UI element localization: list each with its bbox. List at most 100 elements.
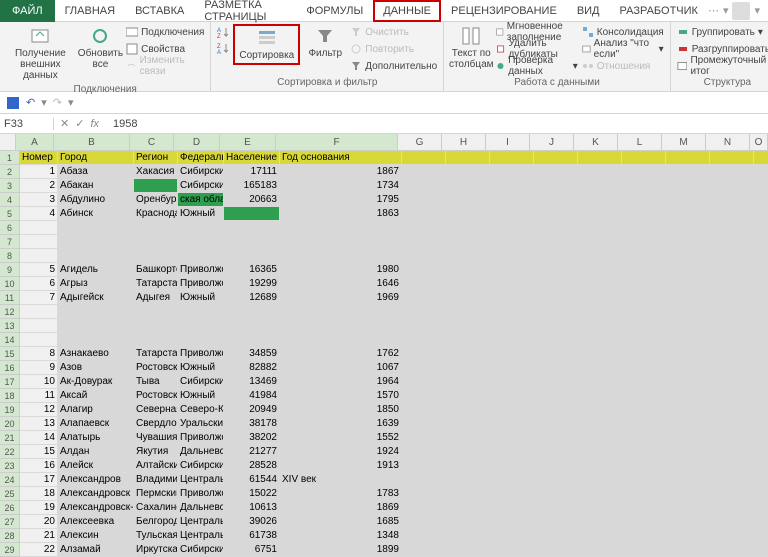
cell[interactable]: 1 — [20, 165, 58, 179]
cell[interactable] — [578, 347, 622, 361]
cell[interactable]: 13 — [20, 417, 58, 431]
cell[interactable]: Дальневс — [178, 501, 224, 515]
cell[interactable] — [754, 431, 768, 445]
cell[interactable] — [58, 333, 134, 347]
row-header[interactable]: 22 — [0, 445, 20, 459]
row-header[interactable]: 20 — [0, 417, 20, 431]
cell[interactable]: 1552 — [280, 431, 402, 445]
user-area[interactable]: ⋯▾▾ — [708, 2, 768, 20]
worksheet-grid[interactable]: ABCDEFGHIJKLMNO 123456789101112131415161… — [0, 134, 768, 557]
cell[interactable] — [490, 277, 534, 291]
cell[interactable]: ская обла — [178, 193, 224, 207]
cell[interactable] — [578, 473, 622, 487]
cell[interactable] — [710, 305, 754, 319]
cell[interactable]: 38202 — [224, 431, 280, 445]
cell[interactable] — [134, 333, 178, 347]
cell[interactable] — [666, 165, 710, 179]
cell[interactable] — [402, 319, 446, 333]
cell[interactable] — [622, 487, 666, 501]
data-validation-button[interactable]: Проверка данных ▾ — [496, 58, 578, 74]
cell[interactable] — [666, 333, 710, 347]
cell[interactable] — [534, 277, 578, 291]
sort-az-button[interactable]: AZ — [217, 24, 229, 40]
cell[interactable] — [622, 473, 666, 487]
cell[interactable] — [490, 529, 534, 543]
reapply-filter-button[interactable]: Повторить — [350, 41, 437, 57]
tab-developer[interactable]: РАЗРАБОТЧИК — [610, 0, 708, 22]
col-header-J[interactable]: J — [530, 134, 574, 151]
cell[interactable] — [622, 235, 666, 249]
cell[interactable] — [490, 207, 534, 221]
cell[interactable] — [666, 431, 710, 445]
cell[interactable] — [534, 361, 578, 375]
cell[interactable]: 22 — [20, 543, 58, 557]
col-header-F[interactable]: F — [276, 134, 398, 151]
cell[interactable] — [534, 291, 578, 305]
relationships-button[interactable]: Отношения — [582, 58, 664, 74]
cell[interactable] — [666, 515, 710, 529]
cell[interactable]: 1795 — [280, 193, 402, 207]
cell[interactable]: Сибирски — [178, 459, 224, 473]
cell[interactable] — [490, 431, 534, 445]
cell[interactable] — [20, 221, 58, 235]
header-cell[interactable]: Федеральн — [178, 151, 224, 165]
cell[interactable] — [578, 361, 622, 375]
cell[interactable] — [446, 347, 490, 361]
cell[interactable]: Татарстан — [134, 277, 178, 291]
cell[interactable]: Приволжс — [178, 263, 224, 277]
row-header[interactable]: 19 — [0, 403, 20, 417]
cell[interactable] — [402, 263, 446, 277]
cell[interactable] — [666, 291, 710, 305]
header-cell[interactable]: Население — [224, 151, 280, 165]
cell[interactable] — [134, 319, 178, 333]
cell[interactable] — [666, 361, 710, 375]
cell[interactable] — [224, 305, 280, 319]
cell[interactable] — [534, 249, 578, 263]
cell[interactable] — [754, 305, 768, 319]
cell[interactable]: 1964 — [280, 375, 402, 389]
cell[interactable] — [402, 361, 446, 375]
cell[interactable] — [754, 165, 768, 179]
cell[interactable]: Южный — [178, 207, 224, 221]
cell[interactable] — [710, 277, 754, 291]
cell[interactable] — [402, 417, 446, 431]
cell[interactable] — [622, 347, 666, 361]
cell[interactable] — [622, 431, 666, 445]
cell[interactable]: 39026 — [224, 515, 280, 529]
cell[interactable]: Приволжс — [178, 431, 224, 445]
cell[interactable] — [534, 529, 578, 543]
cell[interactable] — [710, 179, 754, 193]
cell[interactable] — [490, 221, 534, 235]
col-header-H[interactable]: H — [442, 134, 486, 151]
tab-file[interactable]: ФАЙЛ — [0, 0, 55, 22]
cell[interactable] — [490, 151, 534, 165]
cell[interactable] — [490, 515, 534, 529]
cell[interactable] — [402, 151, 446, 165]
cell[interactable] — [178, 221, 224, 235]
cell[interactable] — [578, 529, 622, 543]
cell[interactable] — [402, 375, 446, 389]
cell[interactable] — [446, 529, 490, 543]
cell[interactable] — [534, 431, 578, 445]
cell[interactable]: 1980 — [280, 263, 402, 277]
cell[interactable]: Абдулино — [58, 193, 134, 207]
cell[interactable] — [446, 543, 490, 557]
fx-icon[interactable]: fx — [90, 118, 99, 130]
save-icon[interactable] — [6, 96, 20, 110]
cell[interactable] — [446, 487, 490, 501]
cell[interactable] — [20, 319, 58, 333]
row-header[interactable]: 18 — [0, 389, 20, 403]
cell[interactable]: 6751 — [224, 543, 280, 557]
cell[interactable] — [402, 515, 446, 529]
cell[interactable] — [666, 501, 710, 515]
row-header[interactable]: 24 — [0, 473, 20, 487]
row-header[interactable]: 4 — [0, 193, 20, 207]
cell[interactable] — [490, 291, 534, 305]
cell[interactable]: 20663 — [224, 193, 280, 207]
row-header[interactable]: 9 — [0, 263, 20, 277]
cell[interactable] — [622, 277, 666, 291]
cell[interactable] — [490, 249, 534, 263]
cell[interactable] — [666, 207, 710, 221]
cell[interactable] — [578, 445, 622, 459]
cell[interactable]: Алагир — [58, 403, 134, 417]
